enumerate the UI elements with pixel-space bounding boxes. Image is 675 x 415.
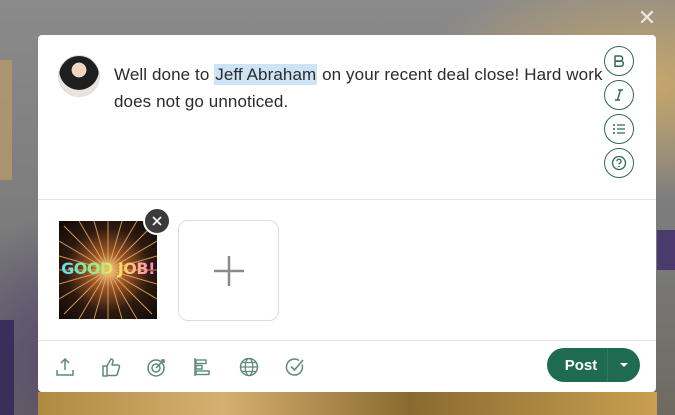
- thumbs-up-icon: [102, 358, 121, 377]
- approval-button[interactable]: [283, 355, 307, 379]
- visibility-button[interactable]: [237, 355, 261, 379]
- action-toolbar: Post: [38, 341, 656, 392]
- gif-caption: GOOD JOB!: [59, 259, 157, 278]
- backdrop-decoration: [38, 392, 657, 415]
- formatting-toolbar: [604, 46, 634, 178]
- backdrop-decoration: [0, 60, 12, 180]
- close-icon: [152, 216, 162, 226]
- chart-button[interactable]: [191, 355, 215, 379]
- italic-button[interactable]: [604, 80, 634, 110]
- avatar: [58, 55, 100, 97]
- remove-attachment-button[interactable]: [143, 207, 171, 235]
- gif-thumbnail: GOOD JOB!: [59, 221, 157, 319]
- list-icon: [613, 124, 625, 134]
- close-modal-icon[interactable]: ✕: [637, 7, 657, 29]
- plus-icon: [213, 255, 244, 286]
- check-circle-icon: [285, 358, 304, 376]
- align-chart-icon: [194, 358, 210, 376]
- attachments-area: GOOD JOB!: [38, 200, 656, 340]
- message-input[interactable]: Well done to Jeff Abraham on your recent…: [114, 61, 604, 115]
- add-attachment-button[interactable]: [178, 220, 279, 321]
- bold-button[interactable]: [604, 46, 634, 76]
- message-text: Well done to: [114, 65, 215, 84]
- post-button-group: Post: [547, 348, 640, 382]
- bold-icon: [614, 55, 624, 67]
- backdrop-decoration: [657, 230, 675, 270]
- italic-icon: [615, 89, 623, 101]
- post-composer-modal: Well done to Jeff Abraham on your recent…: [38, 35, 656, 392]
- chevron-down-icon: [620, 363, 628, 367]
- goal-button[interactable]: [145, 355, 169, 379]
- backdrop-decoration: [0, 320, 14, 415]
- composer-area: Well done to Jeff Abraham on your recent…: [38, 35, 656, 200]
- list-button[interactable]: [604, 114, 634, 144]
- upload-button[interactable]: [53, 355, 77, 379]
- user-mention[interactable]: Jeff Abraham: [214, 64, 318, 85]
- post-options-button[interactable]: [607, 348, 640, 382]
- help-button[interactable]: [604, 148, 634, 178]
- post-button[interactable]: Post: [547, 348, 607, 382]
- upload-icon: [56, 357, 74, 376]
- globe-icon: [239, 357, 259, 377]
- target-icon: [147, 359, 165, 377]
- help-icon: [611, 155, 627, 171]
- praise-button[interactable]: [99, 355, 123, 379]
